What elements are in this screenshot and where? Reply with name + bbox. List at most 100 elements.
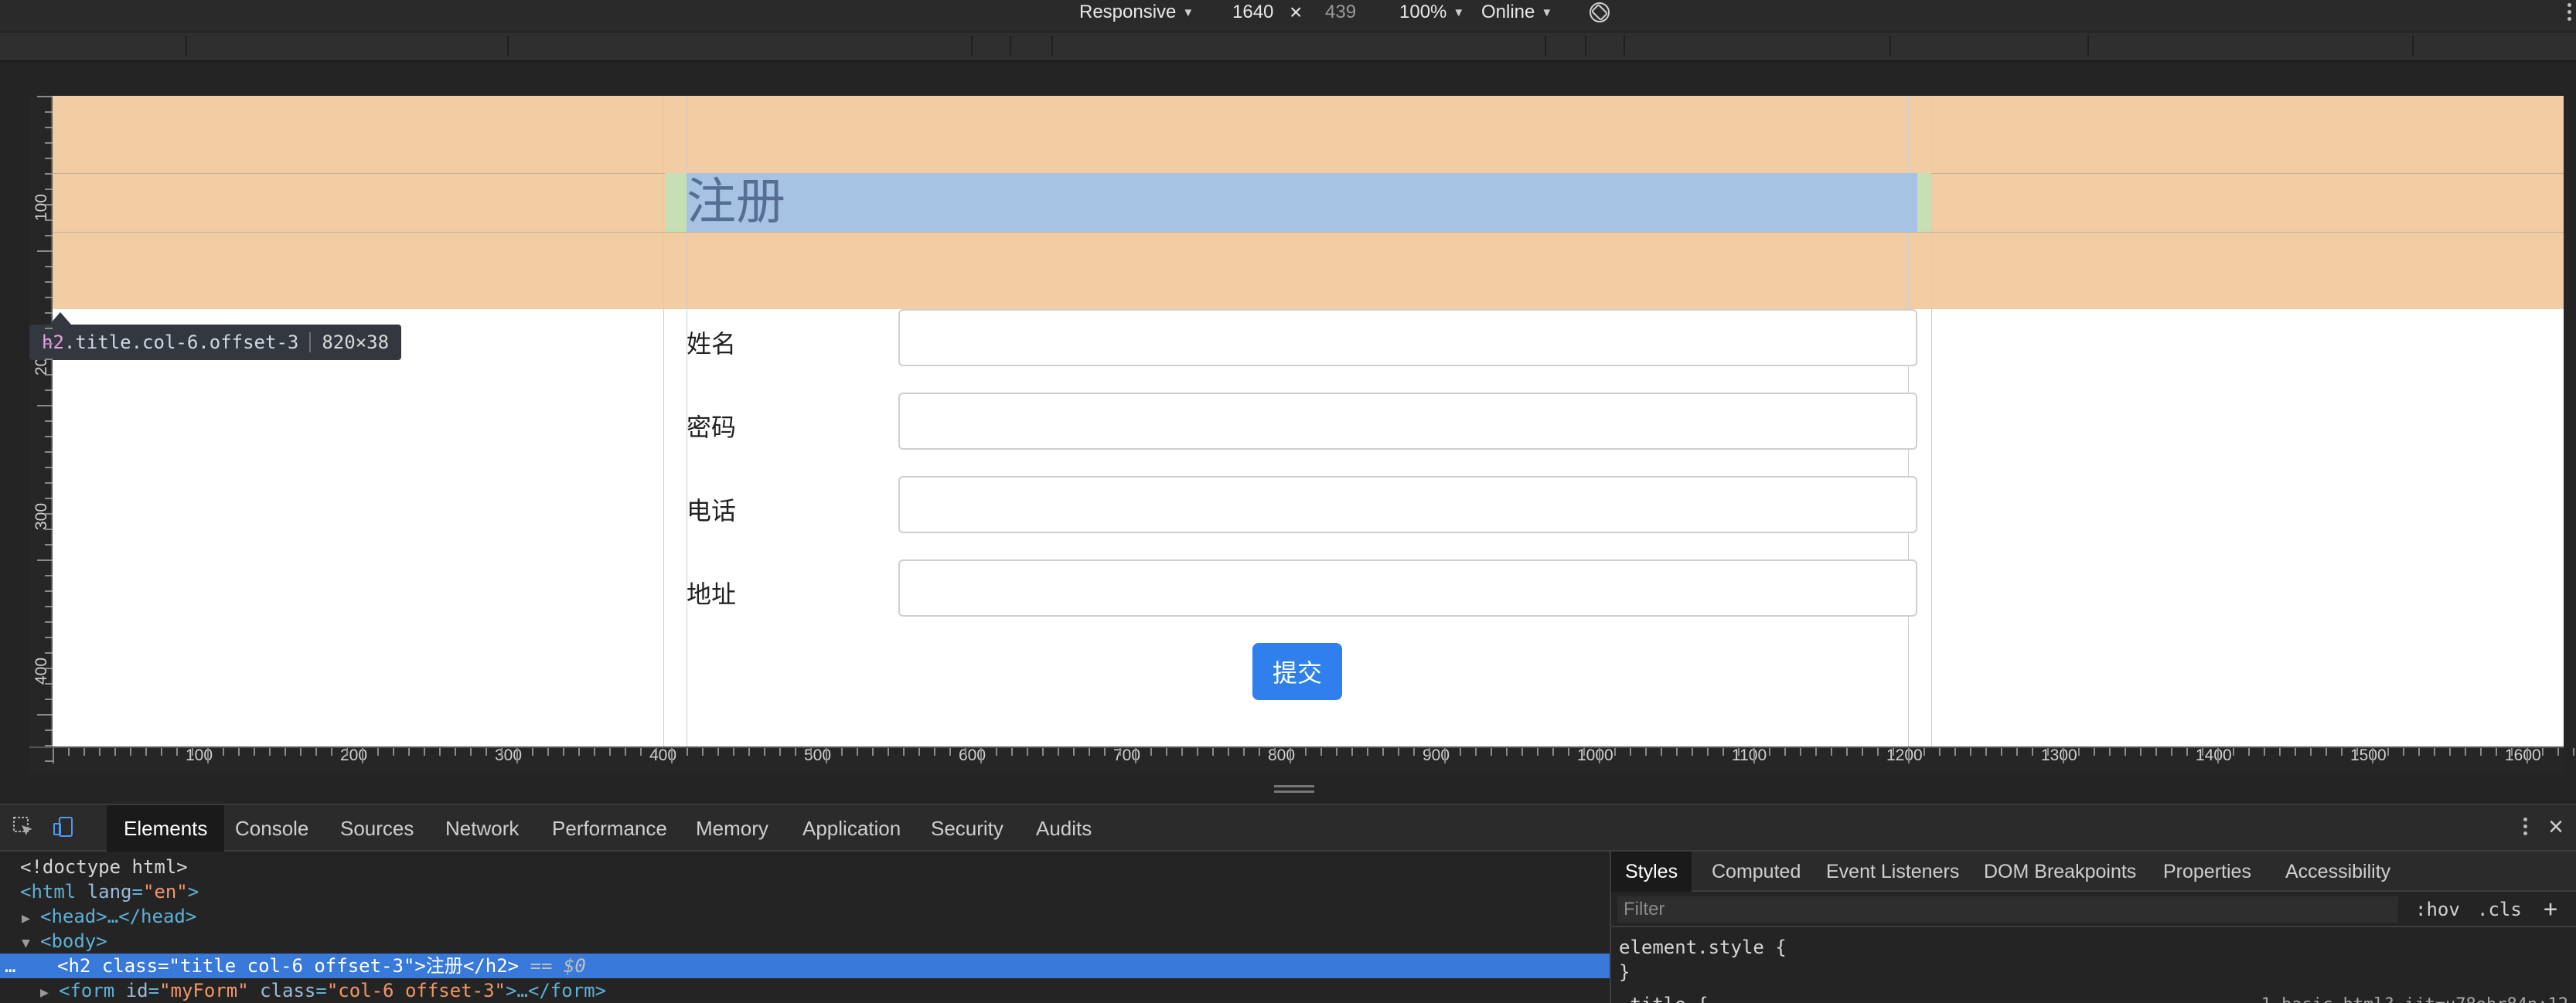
ruler-label: 300 [32,502,50,530]
tab-properties[interactable]: Properties [2149,852,2265,892]
ruler-tick [161,748,162,756]
ruler-tick [45,683,53,685]
ruler-tick [1908,748,1910,763]
ruler-tick [83,748,85,756]
close-icon[interactable]: × [2542,813,2570,841]
ruler-tick [656,748,657,756]
tab-network[interactable]: Network [428,805,536,852]
device-select[interactable]: Responsive ▼ [1079,0,1194,32]
ruler-tick [1630,748,1631,756]
ruler-tick [872,748,874,756]
ruler-tick [45,235,53,236]
collapse-arrow-icon[interactable]: ▼ [22,931,40,956]
tab-performance[interactable]: Performance [535,805,684,852]
style-source-link[interactable]: 1-basic.html?_ijt=u78ohr84n:12 [2261,995,2568,1003]
dom-node[interactable]: <html lang="en"> [0,879,1610,904]
tab-elements[interactable]: Elements [107,805,225,852]
ruler-tick [2171,748,2172,756]
phone-input[interactable] [898,476,1917,533]
ruler-tick [2217,748,2219,763]
times-icon: × [1290,0,1303,24]
resize-handle[interactable] [1274,785,1314,796]
ruler-tick [888,748,889,756]
ruler-tick [1877,748,1879,756]
password-input[interactable] [898,393,1917,450]
dom-node[interactable]: ▶ <form id="myForm" class="col-6 offset-3… [0,978,1610,1003]
tab-computed[interactable]: Computed [1698,852,1814,892]
submit-button[interactable]: 提交 [1252,643,1342,700]
tab-memory[interactable]: Memory [679,805,785,852]
ruler-tick [45,575,53,576]
media-query-bar[interactable] [0,32,2576,62]
ruler-tick [45,189,53,190]
hov-toggle[interactable]: :hov [2415,896,2460,923]
device-toggle-icon[interactable] [51,814,76,839]
ruler-tick [1259,748,1260,756]
ruler-tick [2202,748,2203,756]
tab-event-listeners[interactable]: Event Listeners [1812,852,1973,892]
viewport-height[interactable]: 439 [1325,0,1356,32]
ruler-tick [1862,748,1863,756]
tab-application[interactable]: Application [785,805,918,852]
ruler-tick [393,748,394,756]
dom-node[interactable]: <!doctype html> [0,855,1610,879]
ruler-tick [1413,748,1415,756]
ruler-label: 1100 [1732,746,1767,764]
tab-sources[interactable]: Sources [323,805,431,852]
padding-highlight [665,173,687,232]
ruler-tick [145,748,147,756]
ruler-tick [2094,748,2095,756]
ruler-tick [2527,748,2528,763]
ruler-tick [45,158,53,159]
styles-filter-input[interactable] [1617,896,2398,923]
tab-dom-breakpoints[interactable]: DOM Breakpoints [1970,852,2150,892]
ruler-tick [99,748,101,756]
ruler-tick [45,281,53,283]
tab-styles[interactable]: Styles [1611,852,1692,892]
name-input[interactable] [898,309,1917,366]
more-options-icon[interactable] [2520,814,2530,842]
ruler-tick [1552,748,1554,756]
address-input[interactable] [898,559,1917,617]
ruler-tick [594,748,595,756]
expand-arrow-icon[interactable]: ▶ [40,981,59,1003]
ruler-tick [45,729,53,731]
rotate-icon[interactable] [1588,0,1611,32]
ruler-tick [1212,748,1214,756]
new-rule-button[interactable]: + [2544,896,2557,923]
zoom-select[interactable]: 100% ▼ [1399,0,1464,32]
page-title: 注册 [687,174,785,231]
dom-node-selected[interactable]: … <h2 class="title col-6 offset-3">注册</h2… [0,954,1610,978]
throttle-select[interactable]: Online ▼ [1481,0,1552,32]
tab-security[interactable]: Security [914,805,1021,852]
dom-node[interactable]: ▼ <body> [0,929,1610,954]
tab-console[interactable]: Console [218,805,325,852]
ruler-tick [1382,748,1384,756]
ruler-tick [1692,748,1693,756]
tab-audits[interactable]: Audits [1019,805,1109,852]
ruler-tick [1645,748,1647,756]
ruler-tick [45,498,53,499]
ruler-tick [717,748,719,756]
ruler-tick [377,748,379,756]
ruler-tick [2063,748,2064,763]
ruler-tick [2140,748,2142,756]
address-label: 地址 [687,580,737,609]
viewport-width[interactable]: 1640 [1232,0,1273,32]
inspect-element-icon[interactable] [11,814,36,839]
title-style-rule[interactable]: .title { [1619,994,1709,1003]
ruler-tick [795,748,796,756]
ruler-tick [2078,748,2080,756]
cls-toggle[interactable]: .cls [2477,896,2522,923]
ruler-tick [2109,748,2111,756]
ruler-tick [1738,748,1739,756]
ruler-tick [2356,748,2358,756]
element-style-rule[interactable]: element.style { [1619,937,1787,958]
ruler-tick [1119,748,1121,756]
expand-arrow-icon[interactable]: ▶ [22,906,40,931]
ruler-tick [300,748,302,756]
more-options-icon[interactable] [2562,0,2576,26]
tab-accessibility[interactable]: Accessibility [2271,852,2404,892]
ruler-tick [45,359,53,360]
dom-node[interactable]: ▶ <head>…</head> [0,904,1610,929]
